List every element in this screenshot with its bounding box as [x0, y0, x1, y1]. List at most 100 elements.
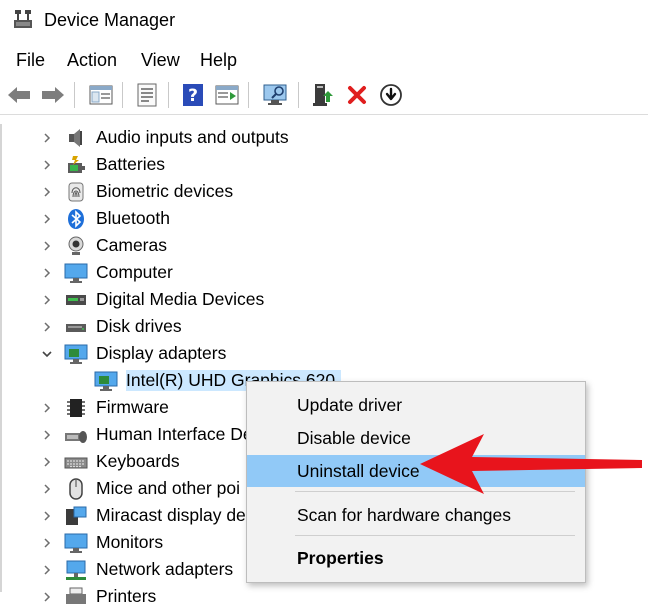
- back-arrow-icon: [8, 87, 30, 103]
- tree-item-label: Network adapters: [96, 559, 234, 579]
- printer-icon: [64, 585, 88, 609]
- battery-icon: [64, 153, 88, 177]
- chevron-right-icon[interactable]: [40, 482, 54, 496]
- toolbar-separator: [298, 82, 299, 108]
- chevron-right-icon[interactable]: [40, 428, 54, 442]
- tree-item-hid[interactable]: Human Interface De: [40, 421, 253, 448]
- camera-icon: [64, 234, 88, 258]
- fingerprint-icon: [64, 180, 88, 204]
- show-hide-console-tree-button[interactable]: [86, 80, 116, 110]
- chevron-down-icon[interactable]: [40, 347, 54, 361]
- menu-action[interactable]: Action: [65, 47, 119, 73]
- menu-view[interactable]: View: [139, 47, 182, 73]
- title-bar: Device Manager: [0, 0, 648, 40]
- tree-item-label: Mice and other poi: [96, 478, 240, 498]
- forward-button[interactable]: [38, 80, 68, 110]
- scan-monitor-icon: [263, 84, 287, 105]
- tree-item-bluetooth[interactable]: Bluetooth: [40, 205, 170, 232]
- miracast-icon: [64, 504, 88, 528]
- tree-item-digital-media[interactable]: Digital Media Devices: [40, 286, 264, 313]
- menu-item-update-driver[interactable]: Update driver: [247, 389, 585, 421]
- menu-item-properties[interactable]: Properties: [247, 542, 585, 574]
- toolbar-separator: [74, 82, 75, 108]
- bluetooth-icon: [64, 207, 88, 231]
- chevron-right-icon[interactable]: [40, 563, 54, 577]
- svg-text:?: ?: [188, 86, 198, 106]
- menu-separator: [295, 535, 575, 536]
- display-adapter-icon: [94, 369, 118, 393]
- chevron-right-icon[interactable]: [40, 212, 54, 226]
- help-icon: ?: [183, 84, 203, 106]
- tree-item-label: Computer: [96, 262, 173, 282]
- tree-item-label: Bluetooth: [96, 208, 170, 228]
- tree-item-label: Disk drives: [96, 316, 182, 336]
- keyboard-icon: [64, 450, 88, 474]
- toolbar-separator: [122, 82, 123, 108]
- tree-item-label: Audio inputs and outputs: [96, 127, 289, 147]
- red-arrow-icon: [420, 434, 642, 494]
- chevron-right-icon[interactable]: [40, 401, 54, 415]
- tree-item-disk-drives[interactable]: Disk drives: [40, 313, 182, 340]
- enable-device-button[interactable]: [376, 80, 406, 110]
- tree-item-cameras[interactable]: Cameras: [40, 232, 167, 259]
- chevron-right-icon[interactable]: [40, 293, 54, 307]
- chevron-right-icon[interactable]: [40, 131, 54, 145]
- tree-item-firmware[interactable]: Firmware: [40, 394, 169, 421]
- tree-item-label: Human Interface De: [96, 424, 253, 444]
- tree-item-label: Display adapters: [96, 343, 227, 363]
- tree-item-batteries[interactable]: Batteries: [40, 151, 165, 178]
- tree-item-label: Monitors: [96, 532, 164, 552]
- chevron-right-icon[interactable]: [40, 185, 54, 199]
- forward-arrow-icon: [42, 87, 64, 103]
- properties-button[interactable]: [132, 80, 162, 110]
- chevron-right-icon[interactable]: [40, 536, 54, 550]
- down-arrow-circle-icon: [380, 84, 402, 106]
- chevron-right-icon[interactable]: [40, 239, 54, 253]
- tree-item-computer[interactable]: Computer: [40, 259, 173, 286]
- menu-help[interactable]: Help: [198, 47, 239, 73]
- tree-item-display-adapters[interactable]: Display adapters: [40, 340, 226, 367]
- action-pane-button[interactable]: [212, 80, 242, 110]
- chevron-right-icon[interactable]: [40, 266, 54, 280]
- tree-item-miracast[interactable]: Miracast display de: [40, 502, 246, 529]
- tree-item-network[interactable]: Network adapters: [40, 556, 233, 583]
- tree-item-keyboards[interactable]: Keyboards: [40, 448, 180, 475]
- chevron-right-icon[interactable]: [40, 158, 54, 172]
- tree-item-label: Firmware: [96, 397, 169, 417]
- action-pane-icon: [215, 85, 239, 105]
- tree-item-printers[interactable]: Printers: [40, 583, 156, 610]
- tree-item-label: Cameras: [96, 235, 167, 255]
- update-driver-button[interactable]: [308, 80, 338, 110]
- tree-item-monitors[interactable]: Monitors: [40, 529, 163, 556]
- properties-sheet-icon: [137, 83, 157, 107]
- back-button[interactable]: [4, 80, 34, 110]
- tree-item-biometric[interactable]: Biometric devices: [40, 178, 233, 205]
- menu-file[interactable]: File: [14, 47, 47, 73]
- red-x-icon: [348, 86, 366, 104]
- monitor-icon: [64, 261, 88, 285]
- hid-icon: [64, 423, 88, 447]
- tree-item-mice[interactable]: Mice and other poi: [40, 475, 240, 502]
- chevron-right-icon[interactable]: [40, 320, 54, 334]
- uninstall-device-button[interactable]: [342, 80, 372, 110]
- device-manager-icon: [14, 10, 32, 28]
- monitor-icon: [64, 531, 88, 555]
- chevron-right-icon[interactable]: [40, 509, 54, 523]
- menu-bar: File Action View Help: [0, 47, 648, 73]
- scan-hardware-button[interactable]: [260, 80, 290, 110]
- network-icon: [64, 558, 88, 582]
- display-adapter-icon: [64, 342, 88, 366]
- window-title: Device Manager: [44, 10, 176, 30]
- toolbar-separator: [248, 82, 249, 108]
- speaker-icon: [64, 126, 88, 150]
- disk-icon: [64, 315, 88, 339]
- tree-item-label: Keyboards: [96, 451, 180, 471]
- toolbar: ?: [0, 76, 648, 115]
- chevron-right-icon[interactable]: [40, 455, 54, 469]
- menu-item-scan-hardware[interactable]: Scan for hardware changes: [247, 499, 585, 531]
- toolbar-separator: [168, 82, 169, 108]
- chip-icon: [64, 396, 88, 420]
- help-button[interactable]: ?: [178, 80, 208, 110]
- tree-item-audio[interactable]: Audio inputs and outputs: [40, 124, 289, 151]
- media-device-icon: [64, 288, 88, 312]
